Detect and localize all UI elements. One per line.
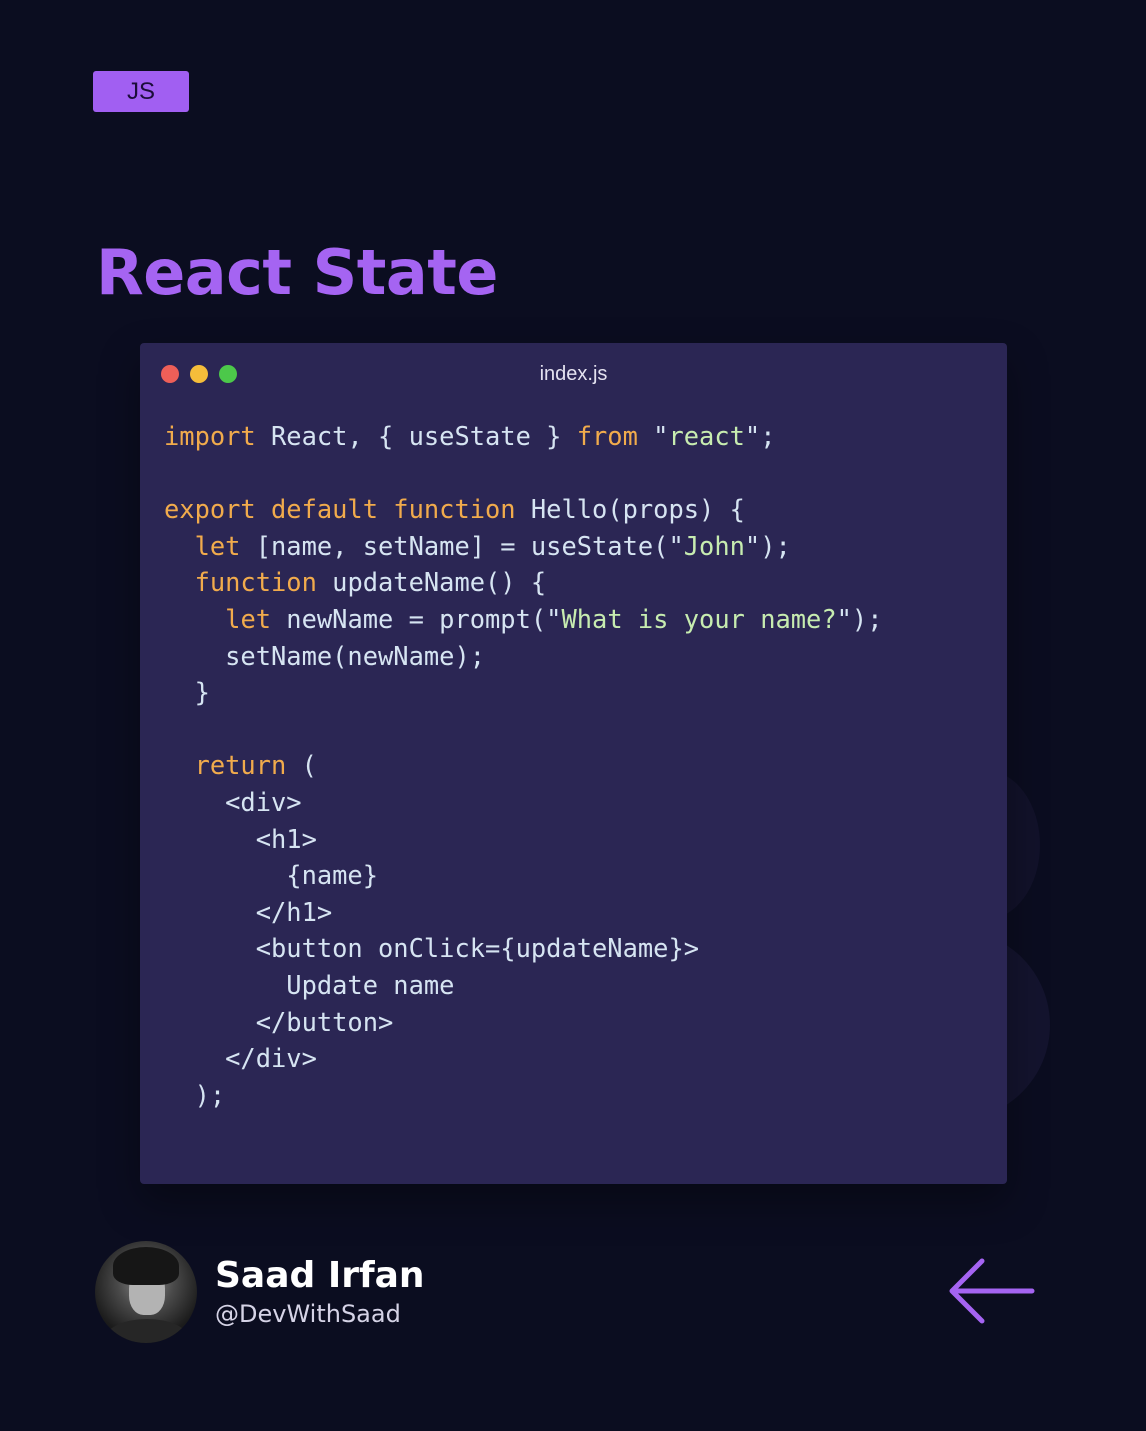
page-title: React State [96,236,498,309]
avatar [95,1241,197,1343]
code-token-keyword: export default function [164,494,516,525]
code-token-text: } [164,677,210,708]
code-token-keyword: function [194,567,317,598]
code-token-text: updateName() { [316,567,547,598]
code-line: let [name, setName] = useState("John"); [164,528,882,565]
language-tag: JS [93,71,189,112]
code-line: import React, { useState } from "react"; [164,418,882,455]
code-line: <h1> [164,821,882,858]
code-token-string: What is your name? [561,603,837,634]
code-token-text: Hello(props) { [515,494,745,525]
code-line: {name} [164,857,882,894]
code-token-text: {name} [164,860,379,891]
code-token-text: [name, setName] = useState(" [240,530,684,561]
code-line: return ( [164,747,882,784]
code-token-text: <div> [164,786,302,817]
code-token-text: <button onClick={updateName}> [164,933,700,964]
code-token-text: </div> [164,1043,317,1074]
code-token-text: React, { useState } [255,421,577,451]
code-token-text: "); [744,530,791,561]
code-line: Update name [164,967,882,1004]
code-token-keyword: from [576,421,638,451]
code-token-text: ); [164,1079,226,1110]
code-token-keyword: let [225,603,272,634]
code-line: ); [164,1077,882,1114]
code-line: } [164,674,882,711]
code-editor-window: index.js import React, { useState } from… [140,343,1007,1184]
code-token-text: newName = prompt(" [271,603,562,634]
code-token-text: setName(newName); [164,640,486,671]
code-token-text: </button> [164,1006,394,1037]
code-token-text: <h1> [164,823,317,854]
author-handle: @DevWithSaad [215,1300,401,1328]
code-token-string: react [668,421,745,451]
code-line: </h1> [164,894,882,931]
file-name: index.js [539,363,608,385]
author-card: Saad Irfan @DevWithSaad [95,1241,425,1343]
code-token-text: "); [836,603,883,634]
arrow-left-icon[interactable] [946,1255,1036,1327]
code-token-keyword: import [164,421,256,451]
code-line: </button> [164,1004,882,1041]
code-token-text: "; [744,421,776,451]
code-line: <button onClick={updateName}> [164,930,882,967]
code-line: setName(newName); [164,638,882,675]
code-line: let newName = prompt("What is your name?… [164,601,882,638]
code-token-keyword: let [194,530,241,561]
author-name: Saad Irfan [215,1255,425,1296]
code-line: <div> [164,784,882,821]
code-line: export default function Hello(props) { [164,491,882,528]
code-token-text: Update name [164,969,455,1000]
code-block: import React, { useState } from "react";… [164,418,882,1113]
code-token-text: ( [286,750,317,781]
code-token-text: " [637,421,669,451]
code-token-string: John [683,530,745,561]
code-token-text: </h1> [164,896,333,927]
code-line: function updateName() { [164,564,882,601]
code-token-keyword: return [194,750,287,781]
code-line: </div> [164,1040,882,1077]
